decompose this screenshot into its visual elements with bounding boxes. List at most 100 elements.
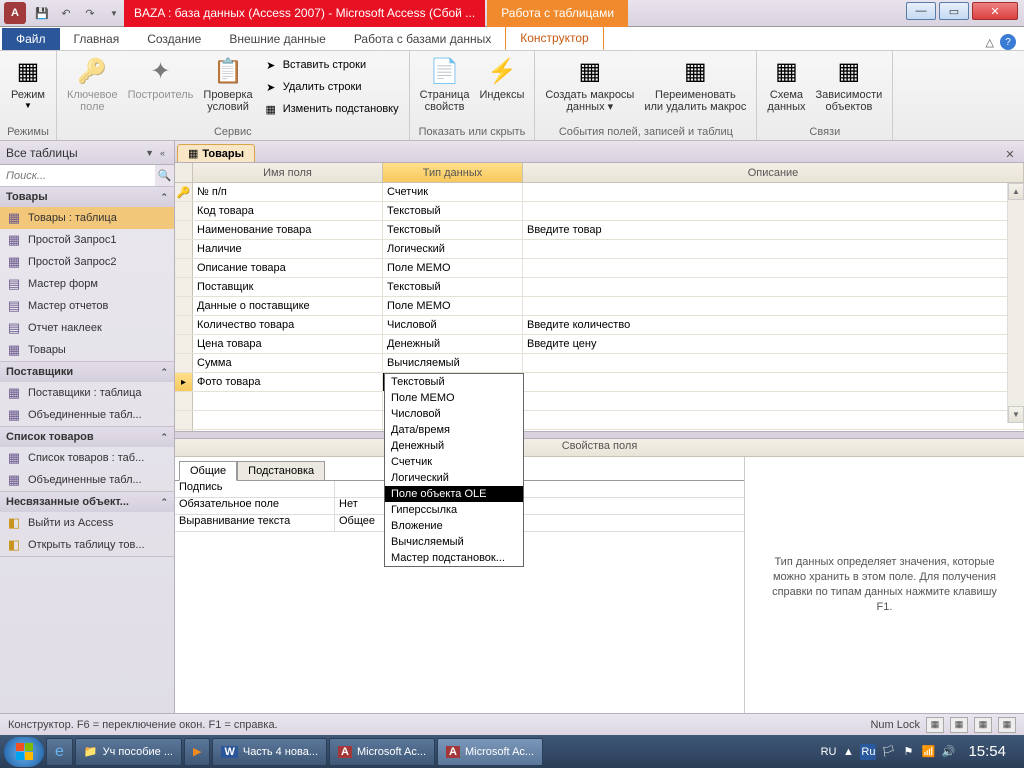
field-row[interactable]: Данные о поставщике Поле МЕМО [175, 297, 1024, 316]
cell-desc[interactable]: Введите цену [523, 335, 1024, 353]
cell-name[interactable]: Цена товара [193, 335, 383, 353]
nav-item[interactable]: ▦Объединенные табл... [0, 469, 174, 491]
collapse-icon[interactable]: « [157, 148, 168, 158]
datasheet-view-icon[interactable]: ▦ [926, 717, 944, 733]
row-selector[interactable] [175, 354, 193, 372]
tray-keyboard-icon[interactable]: Ru [860, 744, 876, 760]
cell-desc[interactable] [523, 240, 1024, 258]
dropdown-item[interactable]: Дата/время [385, 422, 523, 438]
cell-name[interactable]: Описание товара [193, 259, 383, 277]
cell-type[interactable]: Счетчик [383, 183, 523, 201]
design-view-icon[interactable]: ▦ [950, 717, 968, 733]
relationships-button[interactable]: ▦Схема данных [763, 53, 809, 115]
nav-item[interactable]: ▦Простой Запрос2 [0, 251, 174, 273]
tab-home[interactable]: Главная [60, 28, 134, 50]
property-sheet-button[interactable]: 📄Страница свойств [416, 53, 474, 115]
tab-dbtools[interactable]: Работа с базами данных [340, 28, 505, 50]
help-icon[interactable]: ? [1000, 34, 1016, 50]
dropdown-item[interactable]: Числовой [385, 406, 523, 422]
cell-desc[interactable] [523, 354, 1024, 372]
nav-item[interactable]: ▦Список товаров : таб... [0, 447, 174, 469]
cell-name[interactable]: № п/п [193, 183, 383, 201]
scroll-up-icon[interactable]: ▲ [1008, 183, 1024, 200]
dependencies-button[interactable]: ▦Зависимости объектов [812, 53, 887, 115]
close-button[interactable]: ✕ [972, 2, 1018, 20]
cell-type[interactable]: Вычисляемый [383, 354, 523, 372]
col-header-type[interactable]: Тип данных [383, 163, 523, 182]
row-selector-header[interactable] [175, 163, 193, 182]
cell-name[interactable]: Поставщик [193, 278, 383, 296]
tray-flag-icon[interactable]: 🏳 [880, 744, 896, 760]
delete-rows-button[interactable]: ➤Удалить строки [259, 77, 403, 97]
close-document-icon[interactable]: ✕ [1002, 146, 1018, 162]
nav-group-header[interactable]: Товары⌃ [0, 187, 174, 207]
taskbar-ie[interactable]: e [46, 738, 73, 766]
row-selector[interactable] [175, 335, 193, 353]
cell-name[interactable]: Наименование товара [193, 221, 383, 239]
file-tab[interactable]: Файл [2, 28, 60, 50]
nav-item[interactable]: ▦Поставщики : таблица [0, 382, 174, 404]
field-row[interactable]: Сумма Вычисляемый [175, 354, 1024, 373]
field-row[interactable]: ▸ Фото товара Поле объекта OLE▼ [175, 373, 1024, 392]
qat-customize-icon[interactable]: ▼ [104, 3, 124, 23]
field-row-empty[interactable] [175, 411, 1024, 430]
cell-type[interactable]: Текстовый [383, 202, 523, 220]
cell-desc[interactable]: Введите товар [523, 221, 1024, 239]
dropdown-item[interactable]: Вложение [385, 518, 523, 534]
start-button[interactable] [4, 737, 44, 767]
maximize-button[interactable]: ▭ [939, 2, 969, 20]
cell-desc[interactable] [523, 297, 1024, 315]
save-icon[interactable]: 💾 [32, 3, 52, 23]
cell-name[interactable]: Наличие [193, 240, 383, 258]
dropdown-item[interactable]: Мастер подстановок... [385, 550, 523, 566]
undo-icon[interactable]: ↶ [56, 3, 76, 23]
nav-item[interactable]: ▦Объединенные табл... [0, 404, 174, 426]
minimize-button[interactable]: — [906, 2, 936, 20]
tray-action-icon[interactable]: ⚑ [900, 744, 916, 760]
field-row[interactable]: Наличие Логический [175, 240, 1024, 259]
create-macros-button[interactable]: ▦Создать макросы данных ▾ [541, 53, 638, 115]
cell-type[interactable]: Поле МЕМО [383, 259, 523, 277]
lang-indicator[interactable]: RU [821, 746, 837, 758]
tab-design[interactable]: Конструктор [505, 26, 603, 50]
cell-name[interactable]: Код товара [193, 202, 383, 220]
dropdown-item[interactable]: Поле МЕМО [385, 390, 523, 406]
tray-up-icon[interactable]: ▲ [840, 744, 856, 760]
field-row[interactable]: Цена товара Денежный Введите цену [175, 335, 1024, 354]
cell-type[interactable]: Денежный [383, 335, 523, 353]
field-row[interactable]: Количество товара Числовой Введите колич… [175, 316, 1024, 335]
row-selector[interactable] [175, 259, 193, 277]
nav-group-header[interactable]: Поставщики⌃ [0, 362, 174, 382]
nav-item[interactable]: ▦Товары [0, 339, 174, 361]
nav-header[interactable]: Все таблицы ▼ « [0, 141, 174, 165]
tab-lookup[interactable]: Подстановка [237, 461, 325, 481]
dropdown-item[interactable]: Логический [385, 470, 523, 486]
field-row[interactable]: 🔑 № п/п Счетчик [175, 183, 1024, 202]
dropdown-item[interactable]: Денежный [385, 438, 523, 454]
dropdown-item[interactable]: Счетчик [385, 454, 523, 470]
field-row[interactable]: Наименование товара Текстовый Введите то… [175, 221, 1024, 240]
insert-rows-button[interactable]: ➤Вставить строки [259, 55, 403, 75]
nav-item[interactable]: ▦Простой Запрос1 [0, 229, 174, 251]
splitter[interactable] [175, 431, 1024, 439]
cell-desc[interactable]: Введите количество [523, 316, 1024, 334]
search-input[interactable] [0, 165, 155, 186]
dropdown-icon[interactable]: ▼ [142, 148, 157, 158]
search-icon[interactable]: 🔍 [155, 165, 174, 186]
tab-general[interactable]: Общие [179, 461, 237, 481]
pivotchart-view-icon[interactable]: ▦ [998, 717, 1016, 733]
cell-name[interactable]: Фото товара [193, 373, 383, 391]
row-selector[interactable] [175, 316, 193, 334]
vertical-scrollbar[interactable]: ▲ ▼ [1007, 183, 1024, 423]
cell-desc[interactable] [523, 259, 1024, 277]
cell-type[interactable]: Текстовый [383, 221, 523, 239]
cell-desc[interactable] [523, 202, 1024, 220]
nav-item[interactable]: ▤Отчет наклеек [0, 317, 174, 339]
taskbar-access1[interactable]: AMicrosoft Ac... [329, 738, 435, 766]
builder-button[interactable]: ✦Построитель [124, 53, 198, 103]
cell-type[interactable]: Логический [383, 240, 523, 258]
nav-item[interactable]: ▤Мастер форм [0, 273, 174, 295]
scroll-down-icon[interactable]: ▼ [1008, 406, 1024, 423]
view-button[interactable]: ▦Режим▼ [6, 53, 50, 112]
cell-name[interactable]: Количество товара [193, 316, 383, 334]
